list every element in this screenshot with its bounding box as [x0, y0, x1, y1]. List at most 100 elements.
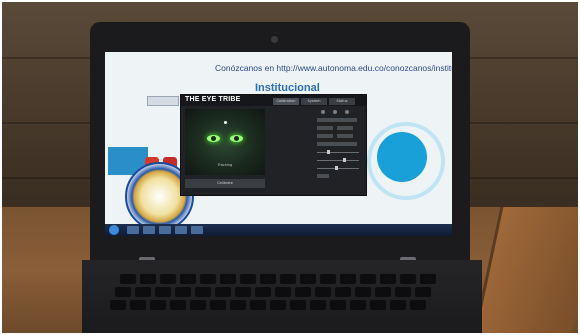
- left-eye-icon: [207, 135, 220, 142]
- setting-slider[interactable]: [317, 150, 359, 154]
- key[interactable]: [270, 300, 286, 310]
- webcam: [271, 36, 278, 43]
- key[interactable]: [210, 300, 226, 310]
- setting-field[interactable]: [317, 142, 357, 146]
- keyboard[interactable]: [110, 274, 450, 333]
- key[interactable]: [170, 300, 186, 310]
- key[interactable]: [160, 274, 176, 284]
- taskbar-app-icon[interactable]: [191, 226, 203, 234]
- key[interactable]: [180, 274, 196, 284]
- setting-toggle[interactable]: [317, 174, 329, 178]
- key[interactable]: [200, 274, 216, 284]
- tab-status[interactable]: Status: [329, 98, 355, 105]
- key[interactable]: [400, 274, 416, 284]
- setting-row: [273, 125, 361, 131]
- key[interactable]: [380, 274, 396, 284]
- key[interactable]: [175, 287, 191, 297]
- key[interactable]: [120, 274, 136, 284]
- key[interactable]: [190, 300, 206, 310]
- key-row: [110, 300, 450, 311]
- pupil: [234, 136, 239, 141]
- start-button-icon[interactable]: [109, 225, 119, 235]
- key[interactable]: [155, 287, 171, 297]
- setting-row: [273, 173, 361, 179]
- key[interactable]: [335, 287, 351, 297]
- url-text[interactable]: Conózcanos en http://www.autonoma.edu.co…: [215, 60, 452, 76]
- key[interactable]: [110, 300, 126, 310]
- key[interactable]: [290, 300, 306, 310]
- key[interactable]: [215, 287, 231, 297]
- tab-system[interactable]: System: [301, 98, 327, 105]
- setting-field[interactable]: [317, 126, 333, 130]
- key[interactable]: [195, 287, 211, 297]
- key[interactable]: [240, 274, 256, 284]
- key[interactable]: [150, 300, 166, 310]
- key-row: [110, 287, 450, 298]
- key-row: [110, 274, 450, 285]
- settings-panel: [273, 109, 361, 191]
- key[interactable]: [280, 274, 296, 284]
- right-eye-icon: [230, 135, 243, 142]
- key[interactable]: [115, 287, 131, 297]
- slider-knob[interactable]: [327, 150, 330, 154]
- eye-tribe-window: THE EYE TRIBE Calibration System Status …: [180, 94, 367, 196]
- setting-row: [273, 133, 361, 139]
- key[interactable]: [410, 300, 426, 310]
- windows-taskbar: [105, 224, 452, 236]
- key[interactable]: [355, 287, 371, 297]
- key[interactable]: [415, 287, 431, 297]
- setting-field[interactable]: [317, 118, 357, 122]
- key[interactable]: [275, 287, 291, 297]
- taskbar-app-icon[interactable]: [127, 226, 139, 234]
- setting-row: [273, 165, 361, 171]
- key[interactable]: [235, 287, 251, 297]
- setting-field[interactable]: [317, 134, 333, 138]
- setting-field[interactable]: [337, 134, 353, 138]
- key[interactable]: [130, 300, 146, 310]
- setting-row: [273, 141, 361, 147]
- key[interactable]: [330, 300, 346, 310]
- key[interactable]: [250, 300, 266, 310]
- key[interactable]: [360, 274, 376, 284]
- key[interactable]: [395, 287, 411, 297]
- tracking-status: Tracking: [217, 163, 233, 167]
- key[interactable]: [315, 287, 331, 297]
- key[interactable]: [370, 300, 386, 310]
- taskbar-app-icon[interactable]: [143, 226, 155, 234]
- key[interactable]: [300, 274, 316, 284]
- key[interactable]: [350, 300, 366, 310]
- key[interactable]: [140, 274, 156, 284]
- key[interactable]: [135, 287, 151, 297]
- left-button[interactable]: [147, 96, 179, 106]
- setting-slider[interactable]: [317, 166, 359, 170]
- info-circle-badge[interactable]: [377, 132, 427, 182]
- key[interactable]: [255, 287, 271, 297]
- pupil: [211, 136, 216, 141]
- key[interactable]: [220, 274, 236, 284]
- key[interactable]: [310, 300, 326, 310]
- tab-calibration[interactable]: Calibration: [273, 98, 299, 105]
- key[interactable]: [420, 274, 436, 284]
- key[interactable]: [260, 274, 276, 284]
- key[interactable]: [375, 287, 391, 297]
- taskbar-app-icon[interactable]: [159, 226, 171, 234]
- calibrate-button[interactable]: Calibrate: [185, 179, 265, 188]
- setting-row: [273, 157, 361, 163]
- slider-knob[interactable]: [335, 166, 338, 170]
- setting-row: [273, 109, 361, 115]
- radio-option[interactable]: [345, 110, 349, 114]
- taskbar-app-icon[interactable]: [175, 226, 187, 234]
- setting-slider[interactable]: [317, 158, 359, 162]
- eye-tribe-logo: THE EYE TRIBE: [185, 96, 241, 103]
- key[interactable]: [340, 274, 356, 284]
- radio-option[interactable]: [321, 110, 325, 114]
- setting-field[interactable]: [337, 126, 353, 130]
- laptop-screen: Conózcanos en http://www.autonoma.edu.co…: [105, 52, 452, 236]
- slider-knob[interactable]: [343, 158, 346, 162]
- key[interactable]: [320, 274, 336, 284]
- radio-option[interactable]: [333, 110, 337, 114]
- key[interactable]: [295, 287, 311, 297]
- setting-row: [273, 149, 361, 155]
- key[interactable]: [390, 300, 406, 310]
- key[interactable]: [230, 300, 246, 310]
